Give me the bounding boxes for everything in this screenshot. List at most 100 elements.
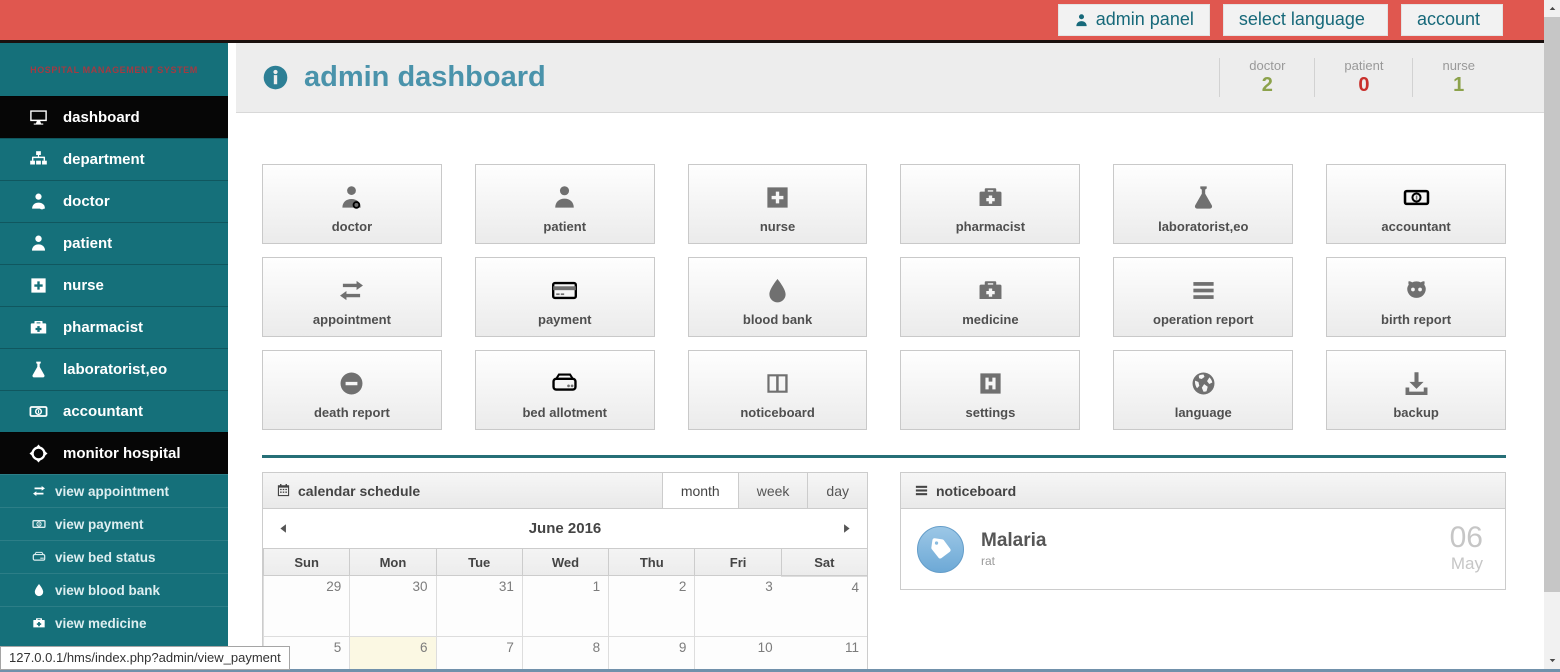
topbar-button-label: account [1417,9,1480,31]
sidebar-item-view-bed-status[interactable]: view bed status [0,540,228,573]
topbar-button-account[interactable]: account [1401,4,1503,36]
calendar-cell-31[interactable]: 31 [436,576,522,636]
calendar-cell-7[interactable]: 7 [436,636,522,672]
sidebar-item-monitor-hospital[interactable]: monitor hospital [0,432,228,474]
octocat-icon [1403,277,1430,304]
view-tab-day[interactable]: day [807,473,867,508]
tile-label: death report [314,405,390,420]
lower-section: calendar schedule month week day [262,472,1506,672]
calendar-cell-29[interactable]: 29 [263,576,349,636]
arrows-circle-icon [26,444,50,463]
day-number: 11 [845,640,859,655]
vertical-scrollbar[interactable] [1544,0,1560,669]
view-tab-week[interactable]: week [738,473,808,508]
scrollbar-thumb[interactable] [1544,17,1560,592]
notice-item-malaria[interactable]: Malaria rat 06 May [917,523,1489,575]
tile-label: medicine [962,312,1018,327]
sidebar-item-label: view medicine [55,616,147,631]
tile-appointment[interactable]: appointment [262,257,442,337]
sidebar-item-label: view bed status [55,550,156,565]
stat-label: patient [1344,58,1383,73]
tile-label: bed allotment [522,405,607,420]
calendar-cell-9[interactable]: 9 [608,636,694,672]
sidebar-item-nurse[interactable]: nurse [0,264,228,306]
tile-pharmacist[interactable]: pharmacist [900,164,1080,244]
scroll-down-button[interactable] [1544,652,1560,669]
topbar-button-admin-panel[interactable]: admin panel [1058,4,1210,36]
tile-settings[interactable]: settings [900,350,1080,430]
sidebar-item-view-blood-bank[interactable]: view blood bank [0,573,228,606]
tile-noticeboard[interactable]: noticeboard [688,350,868,430]
calendar-cell-11[interactable]: 11 [781,636,867,672]
noticeboard-panel: noticeboard Malaria rat 06 May [900,472,1506,590]
tile-bed-allotment[interactable]: bed allotment [475,350,655,430]
tag-icon [917,526,964,573]
calendar-cell-3[interactable]: 3 [694,576,780,636]
calendar-cell-30[interactable]: 30 [349,576,435,636]
view-tab-label: month [681,483,720,499]
tile-nurse[interactable]: nurse [688,164,868,244]
doctor-icon [26,192,50,211]
tile-backup[interactable]: backup [1326,350,1506,430]
tile-death-report[interactable]: death report [262,350,442,430]
sidebar-item-dashboard[interactable]: dashboard [0,96,228,138]
sidebar-item-label: accountant [63,403,143,420]
medkit-icon [30,616,47,630]
stat-label: nurse [1442,58,1475,73]
tile-language[interactable]: language [1113,350,1293,430]
calendar-cell-6[interactable]: 6 [349,636,435,672]
tile-accountant[interactable]: accountant [1326,164,1506,244]
tile-label: pharmacist [956,219,1025,234]
tile-label: birth report [1381,312,1451,327]
sidebar-item-label: view blood bank [55,583,160,598]
sidebar-item-accountant[interactable]: accountant [0,390,228,432]
stat-value: 2 [1249,74,1285,97]
sidebar-item-patient[interactable]: patient [0,222,228,264]
topbar-button-select-language[interactable]: select language [1223,4,1388,36]
tile-birth-report[interactable]: birth report [1326,257,1506,337]
sidebar-item-label: doctor [63,193,110,210]
calendar-cell-1[interactable]: 1 [522,576,608,636]
tile-doctor[interactable]: doctor [262,164,442,244]
day-number: 30 [413,579,428,594]
day-number: 3 [765,579,773,594]
calendar-cell-10[interactable]: 10 [694,636,780,672]
noticeboard-panel-header: noticeboard [901,473,1505,509]
tile-patient[interactable]: patient [475,164,655,244]
tile-operation-report[interactable]: operation report [1113,257,1293,337]
scroll-up-button[interactable] [1544,0,1560,17]
sidebar-item-doctor[interactable]: doctor [0,180,228,222]
tile-label: doctor [332,219,372,234]
tile-label: noticeboard [740,405,814,420]
calendar-cell-4[interactable]: 4 [781,576,867,636]
plus-square-icon [764,184,791,211]
calendar-panel: calendar schedule month week day [262,472,868,672]
sidebar-item-view-payment[interactable]: view payment [0,507,228,540]
tile-blood-bank[interactable]: blood bank [688,257,868,337]
dow-sun: Sun [263,549,349,575]
calendar-cell-8[interactable]: 8 [522,636,608,672]
sidebar-item-view-appointment[interactable]: view appointment [0,474,228,507]
medkit-icon [977,277,1004,304]
money-icon [26,402,50,421]
sidebar-item-department[interactable]: department [0,138,228,180]
sidebar-item-label: pharmacist [63,319,143,336]
day-number: 9 [679,640,687,655]
droplet-icon [764,277,791,304]
sidebar: HOSPITAL MANAGEMENT SYSTEM dashboard dep… [0,43,228,672]
view-tab-month[interactable]: month [662,473,738,508]
sidebar-item-laboratorist-eo[interactable]: laboratorist,eo [0,348,228,390]
tile-medicine[interactable]: medicine [900,257,1080,337]
sidebar-item-view-medicine[interactable]: view medicine [0,606,228,639]
stat-nurse: nurse 1 [1412,58,1504,97]
tile-payment[interactable]: payment [475,257,655,337]
calendar-cell-2[interactable]: 2 [608,576,694,636]
calendar-nav: June 2016 [263,509,867,548]
sidebar-item-label: department [63,151,145,168]
flask-icon [26,360,50,379]
globe-icon [1190,370,1217,397]
tile-laboratorist-eo[interactable]: laboratorist,eo [1113,164,1293,244]
minus-circle-icon [338,370,365,397]
view-tab-label: day [826,483,849,499]
sidebar-item-pharmacist[interactable]: pharmacist [0,306,228,348]
